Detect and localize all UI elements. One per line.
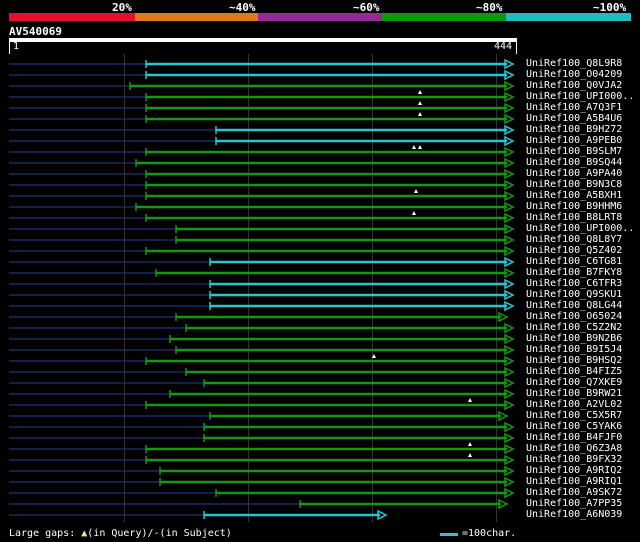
hit-link[interactable]: UniRef100_O04209 xyxy=(526,69,622,80)
hit-link[interactable]: UniRef100_A7PP35 xyxy=(526,498,622,509)
alignment-overview: 20% ~40% ~60% ~80% ~100% AV540069 1 444 … xyxy=(0,0,640,542)
hit-link[interactable]: UniRef100_A5BXH1 xyxy=(526,190,622,201)
hit-link[interactable]: UniRef100_C5YAK6 xyxy=(526,421,622,432)
query-gap-marker xyxy=(418,101,422,105)
query-gap-marker xyxy=(412,211,416,215)
query-gap-marker xyxy=(418,90,422,94)
legend-subject-label: (in Subject) xyxy=(159,528,232,539)
query-gap-marker xyxy=(468,442,472,446)
hit-link[interactable]: UniRef100_B9RW21 xyxy=(526,388,622,399)
hit-link[interactable]: UniRef100_A9PA40 xyxy=(526,168,622,179)
query-gap-marker xyxy=(372,354,376,358)
hit-link[interactable]: UniRef100_B8LRT8 xyxy=(526,212,622,223)
hit-link[interactable]: UniRef100_A9SK72 xyxy=(526,487,622,498)
hit-link[interactable]: UniRef100_O65024 xyxy=(526,311,622,322)
hit-link[interactable]: UniRef100_B9SLM7 xyxy=(526,146,622,157)
hit-link[interactable]: UniRef100_B4FJF0 xyxy=(526,432,622,443)
hit-link[interactable]: UniRef100_B9HSQ2 xyxy=(526,355,622,366)
hit-link[interactable]: UniRef100_B9N3C8 xyxy=(526,179,622,190)
hit-link[interactable]: UniRef100_Q8LG44 xyxy=(526,300,622,311)
hit-link[interactable]: UniRef100_B7FKY8 xyxy=(526,267,622,278)
hit-link[interactable]: UniRef100_Q6Z3A8 xyxy=(526,443,622,454)
hit-link[interactable]: UniRef100_A6N039 xyxy=(526,509,622,520)
query-gap-marker xyxy=(414,189,418,193)
query-gap-marker xyxy=(418,145,422,149)
scale-bar xyxy=(440,533,458,536)
query-gap-marker xyxy=(468,398,472,402)
hit-link[interactable]: UniRef100_A9RIQ2 xyxy=(526,465,622,476)
query-gap-marker xyxy=(418,112,422,116)
query-gap-marker xyxy=(468,453,472,457)
hit-link[interactable]: UniRef100_B9SQ44 xyxy=(526,157,622,168)
hit-link[interactable]: UniRef100_UPI000.. xyxy=(526,223,634,234)
hit-link[interactable]: UniRef100_Q5Z402 xyxy=(526,245,622,256)
hit-link[interactable]: UniRef100_Q8L9R8 xyxy=(526,58,622,69)
hit-link[interactable]: UniRef100_C5X5R7 xyxy=(526,410,622,421)
hit-link[interactable]: UniRef100_C6TG81 xyxy=(526,256,622,267)
hit-link[interactable]: UniRef100_Q7XKE9 xyxy=(526,377,622,388)
hit-link[interactable]: UniRef100_C5Z2N2 xyxy=(526,322,622,333)
query-gap-marker xyxy=(412,145,416,149)
legend-gaps-label: Large gaps: xyxy=(9,528,82,539)
hit-link[interactable]: UniRef100_B4FIZ5 xyxy=(526,366,622,377)
hit-link[interactable]: UniRef100_C6TFR3 xyxy=(526,278,622,289)
hit-link[interactable]: UniRef100_A9PEB0 xyxy=(526,135,622,146)
legend-query-label: (in Query)/ xyxy=(87,528,154,539)
legend: Large gaps: ▲(in Query)/-(in Subject) xyxy=(9,528,232,539)
hit-link[interactable]: UniRef100_A9RIQ1 xyxy=(526,476,622,487)
hit-link[interactable]: UniRef100_Q8L8Y7 xyxy=(526,234,622,245)
hit-link[interactable]: UniRef100_Q0VJA2 xyxy=(526,80,622,91)
hit-link[interactable]: UniRef100_B9N2B6 xyxy=(526,333,622,344)
hit-link[interactable]: UniRef100_B9HHM6 xyxy=(526,201,622,212)
hit-link[interactable]: UniRef100_B9FX32 xyxy=(526,454,622,465)
hit-link[interactable]: UniRef100_A5B4U6 xyxy=(526,113,622,124)
scale-label: =100char. xyxy=(462,528,517,539)
hit-link[interactable]: UniRef100_A2VL02 xyxy=(526,399,622,410)
hit-link[interactable]: UniRef100_A7Q3F1 xyxy=(526,102,622,113)
hit-link[interactable]: UniRef100_Q9SKU1 xyxy=(526,289,622,300)
hit-link[interactable]: UniRef100_B9I5J4 xyxy=(526,344,622,355)
hit-link[interactable]: UniRef100_B9H272 xyxy=(526,124,622,135)
hit-link[interactable]: UniRef100_UPI000.. xyxy=(526,91,634,102)
